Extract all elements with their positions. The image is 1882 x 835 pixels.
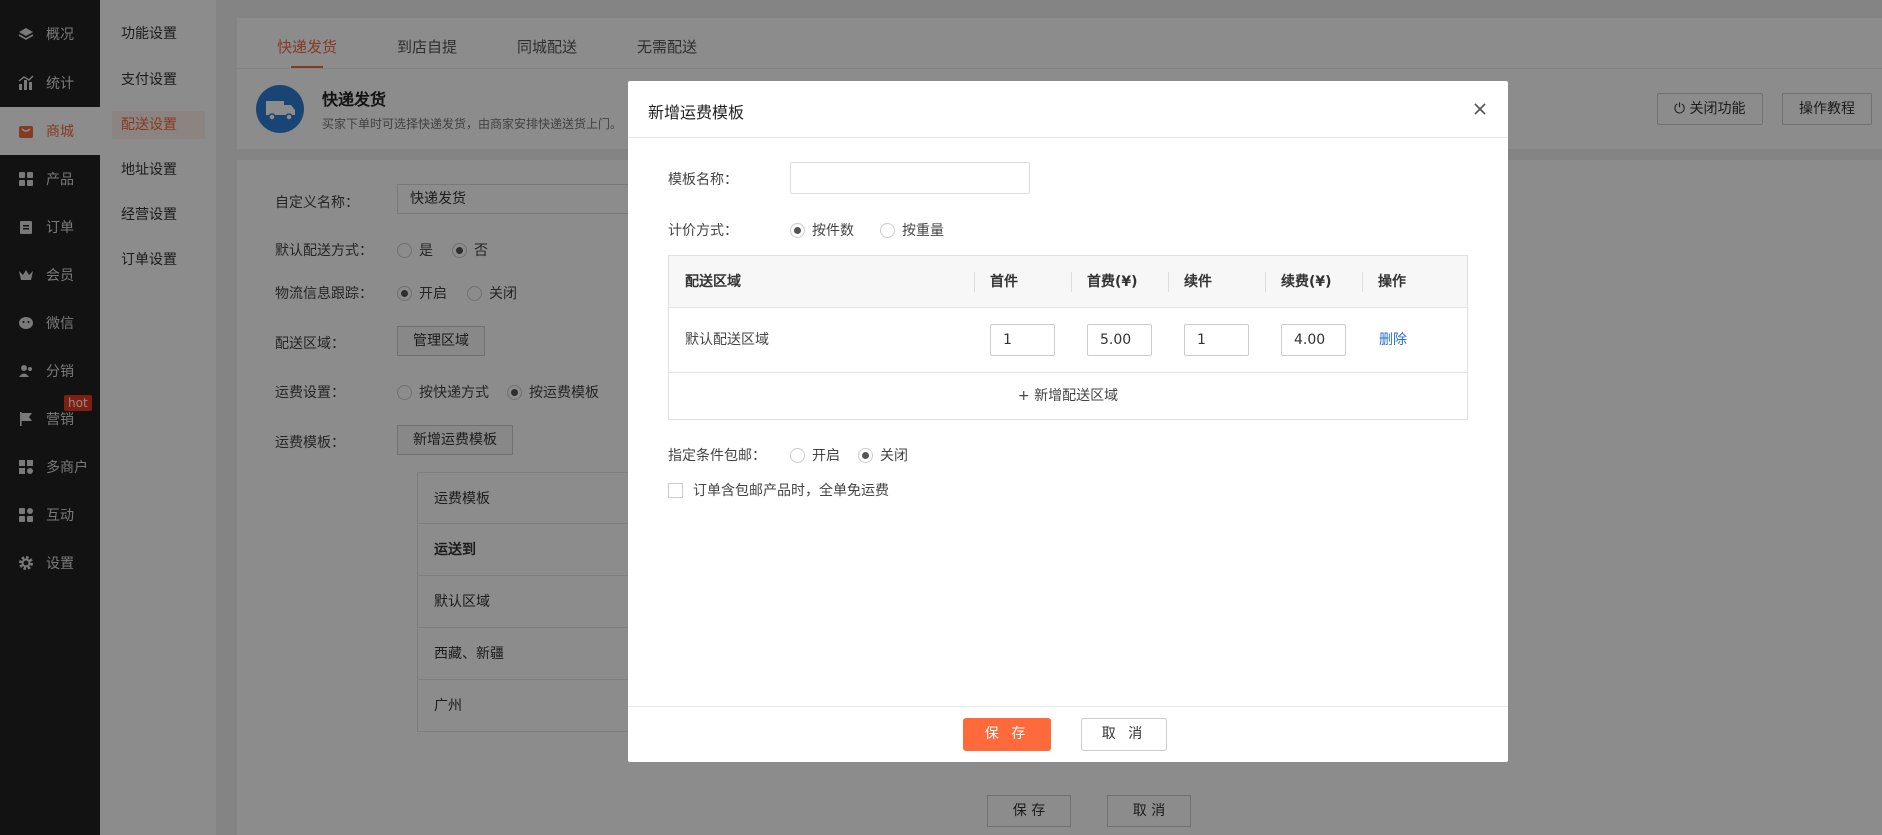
cancel-button[interactable]: 取 消 <box>1081 718 1167 751</box>
next-item-input[interactable]: 1 <box>1184 324 1249 356</box>
pricing-label: 计价方式： <box>668 223 738 239</box>
radio <box>858 447 873 463</box>
area-cell: 默认配送区域 <box>685 332 769 348</box>
table-header: 配送区域 首件 首费(¥) 续件 续费(¥) 操作 <box>669 256 1467 308</box>
free-shipping-on[interactable]: 开启 <box>790 445 840 465</box>
add-shipping-template-dialog: 新增运费模板 模板名称： 计价方式： 按件数 按重量 配送区域 首件 首费(¥)… <box>628 81 1508 762</box>
opt-label: 开启 <box>812 448 840 464</box>
first-item-input[interactable]: 1 <box>990 324 1055 356</box>
opt-label: 按重量 <box>902 223 944 239</box>
th-next: 续件 <box>1184 274 1212 290</box>
th-first: 首件 <box>990 274 1018 290</box>
template-name-label: 模板名称： <box>668 172 738 188</box>
template-name-input[interactable] <box>790 162 1030 194</box>
table-row: 默认配送区域 1 5.00 1 4.00 删除 <box>669 308 1467 373</box>
opt-label: 按件数 <box>812 223 854 239</box>
checkbox <box>668 482 683 498</box>
add-area-label: 新增配送区域 <box>1034 388 1119 404</box>
th-area: 配送区域 <box>685 274 741 290</box>
shipping-rules-table: 配送区域 首件 首费(¥) 续件 续费(¥) 操作 默认配送区域 1 5.00 … <box>668 255 1468 420</box>
pricing-by-piece[interactable]: 按件数 <box>790 220 854 240</box>
close-icon[interactable] <box>1470 99 1490 119</box>
free-shipping-label: 指定条件包邮： <box>668 448 766 464</box>
radio <box>790 222 805 238</box>
radio <box>880 222 895 238</box>
th-action: 操作 <box>1378 274 1406 290</box>
delete-link[interactable]: 删除 <box>1379 308 1407 373</box>
pricing-by-weight[interactable]: 按重量 <box>880 220 944 240</box>
plus-icon: + <box>1017 388 1035 404</box>
free-order-checkbox[interactable]: 订单含包邮产品时，全单免运费 <box>668 480 889 500</box>
th-next-fee: 续费(¥) <box>1281 274 1332 290</box>
dialog-title: 新增运费模板 <box>648 103 745 122</box>
radio <box>790 447 805 463</box>
checkbox-label: 订单含包邮产品时，全单免运费 <box>693 483 889 499</box>
dialog-footer-divider <box>628 706 1508 707</box>
add-area-button[interactable]: + 新增配送区域 <box>669 373 1467 419</box>
opt-label: 关闭 <box>880 448 908 464</box>
free-shipping-off[interactable]: 关闭 <box>858 445 908 465</box>
th-first-fee: 首费(¥) <box>1087 274 1138 290</box>
next-fee-input[interactable]: 4.00 <box>1281 324 1346 356</box>
dialog-header-divider <box>628 137 1508 138</box>
save-button[interactable]: 保 存 <box>963 718 1051 751</box>
first-fee-input[interactable]: 5.00 <box>1087 324 1152 356</box>
